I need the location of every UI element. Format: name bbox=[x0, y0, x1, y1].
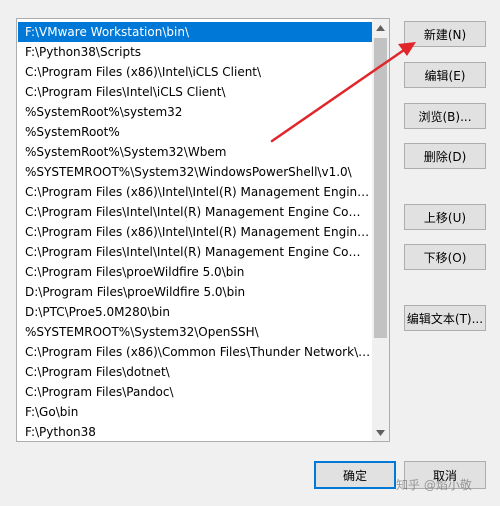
path-item[interactable]: %SYSTEMROOT%\System32\WindowsPowerShell\… bbox=[18, 162, 372, 182]
path-list: F:\VMware Workstation\bin\ F:\Python38\S… bbox=[18, 22, 372, 441]
vertical-scrollbar[interactable] bbox=[372, 19, 389, 441]
path-item[interactable]: C:\Program Files (x86)\Intel\iCLS Client… bbox=[18, 62, 372, 82]
path-item[interactable]: F:\Python38 bbox=[18, 422, 372, 441]
edit-button[interactable]: 编辑(E) bbox=[404, 62, 486, 88]
move-down-button[interactable]: 下移(O) bbox=[404, 244, 486, 270]
path-item[interactable]: C:\Program Files\Pandoc\ bbox=[18, 382, 372, 402]
path-item[interactable]: C:\Program Files\Intel\Intel(R) Manageme… bbox=[18, 202, 372, 222]
path-item[interactable]: C:\Program Files (x86)\Intel\Intel(R) Ma… bbox=[18, 222, 372, 242]
path-item[interactable]: C:\Program Files (x86)\Intel\Intel(R) Ma… bbox=[18, 182, 372, 202]
path-item[interactable]: C:\Program Files\dotnet\ bbox=[18, 362, 372, 382]
scroll-down-arrow-icon[interactable] bbox=[372, 424, 389, 441]
path-item[interactable]: %SystemRoot%\system32 bbox=[18, 102, 372, 122]
path-item[interactable]: C:\Program Files\Intel\iCLS Client\ bbox=[18, 82, 372, 102]
path-item[interactable]: D:\PTC\Proe5.0M280\bin bbox=[18, 302, 372, 322]
path-item[interactable]: %SystemRoot% bbox=[18, 122, 372, 142]
path-item[interactable]: F:\Go\bin bbox=[18, 402, 372, 422]
path-item[interactable]: D:\Program Files\proeWildfire 5.0\bin bbox=[18, 282, 372, 302]
path-item[interactable]: C:\Program Files\proeWildfire 5.0\bin bbox=[18, 262, 372, 282]
scroll-thumb[interactable] bbox=[374, 38, 387, 338]
path-listbox[interactable]: F:\VMware Workstation\bin\ F:\Python38\S… bbox=[16, 18, 390, 442]
ok-button[interactable]: 确定 bbox=[314, 461, 396, 489]
path-item[interactable]: %SYSTEMROOT%\System32\OpenSSH\ bbox=[18, 322, 372, 342]
new-button[interactable]: 新建(N) bbox=[404, 21, 486, 47]
edit-text-button[interactable]: 编辑文本(T)... bbox=[404, 305, 486, 331]
path-item[interactable]: F:\VMware Workstation\bin\ bbox=[18, 22, 372, 42]
path-item[interactable]: F:\Python38\Scripts bbox=[18, 42, 372, 62]
delete-button[interactable]: 删除(D) bbox=[404, 143, 486, 169]
watermark: 知乎 @焰小敬 bbox=[396, 478, 472, 492]
path-item[interactable]: C:\Program Files\Intel\Intel(R) Manageme… bbox=[18, 242, 372, 262]
move-up-button[interactable]: 上移(U) bbox=[404, 204, 486, 230]
browse-button[interactable]: 浏览(B)... bbox=[404, 103, 486, 129]
scroll-up-arrow-icon[interactable] bbox=[372, 19, 389, 36]
path-item[interactable]: %SystemRoot%\System32\Wbem bbox=[18, 142, 372, 162]
path-item[interactable]: C:\Program Files (x86)\Common Files\Thun… bbox=[18, 342, 372, 362]
